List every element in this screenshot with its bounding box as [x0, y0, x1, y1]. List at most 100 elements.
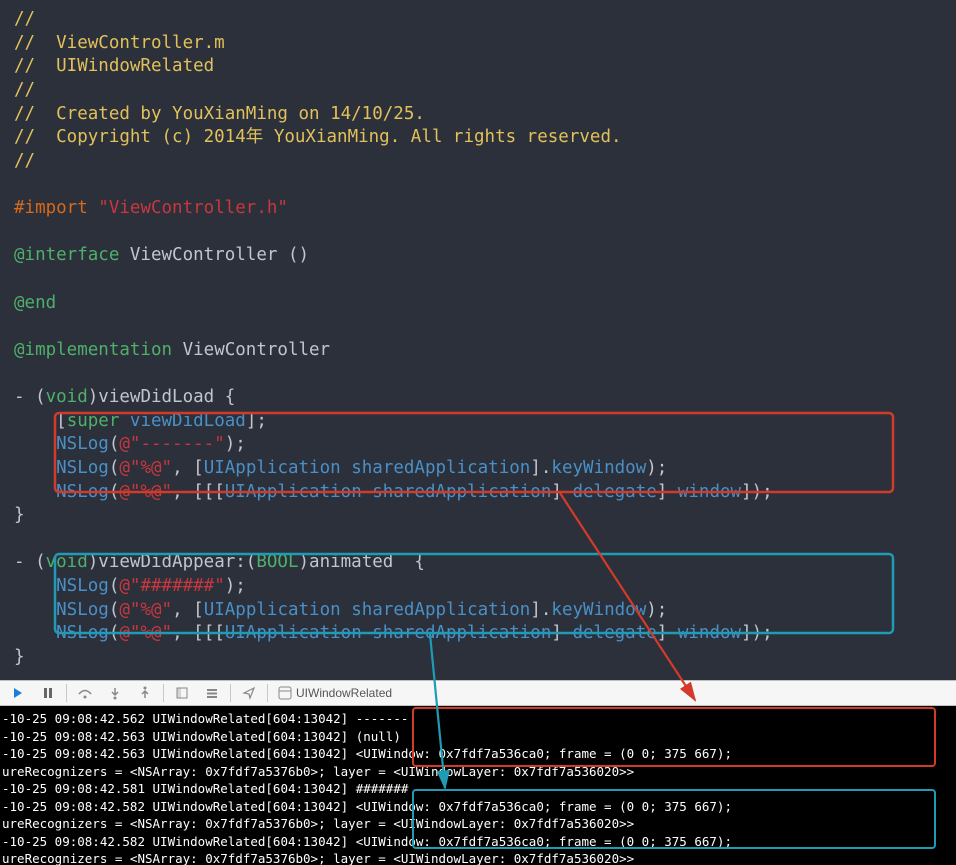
interface-keyword: @interface [14, 245, 119, 265]
paren: ( [109, 576, 120, 596]
property: keyWindow [551, 458, 646, 478]
paren: ( [109, 623, 120, 643]
console-line: -10-25 09:08:42.582 UIWindowRelated[604:… [0, 833, 956, 851]
at-sign: @ [119, 458, 130, 478]
bracket: ] [530, 600, 541, 620]
bracket: ] [741, 623, 752, 643]
comment-line: // Copyright (c) 2014年 YouXianMing. All … [14, 127, 622, 147]
string-literal: "#######" [130, 576, 225, 596]
void-keyword: void [46, 387, 88, 407]
string-literal: "%@" [130, 600, 172, 620]
class-ref: UIApplication [204, 600, 341, 620]
at-sign: @ [119, 576, 130, 596]
at-sign: @ [119, 623, 130, 643]
property: keyWindow [551, 600, 646, 620]
separator [230, 684, 231, 702]
void-keyword: void [46, 552, 88, 572]
code-editor[interactable]: // // ViewController.m // UIWindowRelate… [0, 0, 956, 680]
debug-target[interactable]: UIWindowRelated [272, 686, 398, 700]
paren: ); [752, 482, 773, 502]
bracket: [ [193, 458, 204, 478]
separator [66, 684, 67, 702]
console-line: ureRecognizers = <NSArray: 0x7fdf7a5376b… [0, 763, 956, 781]
import-directive: #import [14, 198, 98, 218]
bracket: ] [657, 623, 668, 643]
nslog-call: NSLog [14, 576, 109, 596]
nslog-call: NSLog [14, 600, 109, 620]
comma: , [172, 623, 193, 643]
dot: . [541, 458, 552, 478]
paren: ( [109, 482, 120, 502]
step-in-button[interactable] [101, 682, 129, 704]
debug-view-button[interactable] [168, 682, 196, 704]
close-brace: } [14, 505, 25, 525]
separator [267, 684, 268, 702]
implementation-keyword: @implementation [14, 340, 172, 360]
message: viewDidLoad [119, 411, 245, 431]
at-sign: @ [119, 482, 130, 502]
nslog-call: NSLog [14, 623, 109, 643]
bracket: ]; [246, 411, 267, 431]
bracket: [ [193, 600, 204, 620]
paren: ); [752, 623, 773, 643]
comment-line: // [14, 9, 35, 29]
comma: , [172, 600, 193, 620]
import-header: "ViewController.h" [98, 198, 288, 218]
method-sig: - ( [14, 387, 46, 407]
console-line: -10-25 09:08:42.582 UIWindowRelated[604:… [0, 798, 956, 816]
app-icon [278, 686, 292, 700]
console-line: ureRecognizers = <NSArray: 0x7fdf7a5376b… [0, 850, 956, 865]
string-literal: "%@" [130, 482, 172, 502]
message: window [667, 623, 741, 643]
debug-toolbar: UIWindowRelated [0, 680, 956, 706]
string-literal: "%@" [130, 623, 172, 643]
end-keyword: @end [14, 293, 56, 313]
nslog-call: NSLog [14, 482, 109, 502]
step-over-button[interactable] [71, 682, 99, 704]
target-label: UIWindowRelated [296, 686, 392, 700]
message: window [667, 482, 741, 502]
at-sign: @ [119, 434, 130, 454]
bracket: ] [741, 482, 752, 502]
comment-line: // Created by YouXianMing on 14/10/25. [14, 104, 425, 124]
bracket: [[[ [193, 623, 225, 643]
console-line: -10-25 09:08:42.581 UIWindowRelated[604:… [0, 780, 956, 798]
string-literal: "-------" [130, 434, 225, 454]
method-sig: )viewDidLoad { [88, 387, 236, 407]
comment-line: // [14, 151, 35, 171]
paren: ); [646, 458, 667, 478]
method-sig: )animated { [299, 552, 425, 572]
paren: ( [109, 458, 120, 478]
message: sharedApplication [362, 623, 552, 643]
comma: , [172, 458, 193, 478]
console-line: ureRecognizers = <NSArray: 0x7fdf7a5376b… [0, 815, 956, 833]
message: sharedApplication [341, 600, 531, 620]
class-ref: UIApplication [225, 623, 362, 643]
bracket: ] [551, 623, 562, 643]
message: sharedApplication [362, 482, 552, 502]
nslog-call: NSLog [14, 458, 109, 478]
bool-keyword: BOOL [256, 552, 298, 572]
method-sig: - ( [14, 552, 46, 572]
paren: ); [646, 600, 667, 620]
nslog-call: NSLog [14, 434, 109, 454]
console-line: -10-25 09:08:42.562 UIWindowRelated[604:… [0, 710, 956, 728]
continue-button[interactable] [4, 682, 32, 704]
message: delegate [562, 482, 657, 502]
bracket: [ [14, 411, 67, 431]
comma: , [172, 482, 193, 502]
pause-button[interactable] [34, 682, 62, 704]
console-line: -10-25 09:08:42.563 UIWindowRelated[604:… [0, 745, 956, 763]
debug-console[interactable]: -10-25 09:08:42.562 UIWindowRelated[604:… [0, 706, 956, 865]
close-brace: } [14, 647, 25, 667]
location-button[interactable] [235, 682, 263, 704]
console-line: -10-25 09:08:42.563 UIWindowRelated[604:… [0, 728, 956, 746]
dot: . [541, 600, 552, 620]
class-name: ViewController [172, 340, 330, 360]
parens: () [288, 245, 309, 265]
comment-line: // UIWindowRelated [14, 56, 214, 76]
bracket: ] [551, 482, 562, 502]
breakpoints-button[interactable] [198, 682, 226, 704]
step-out-button[interactable] [131, 682, 159, 704]
separator [163, 684, 164, 702]
